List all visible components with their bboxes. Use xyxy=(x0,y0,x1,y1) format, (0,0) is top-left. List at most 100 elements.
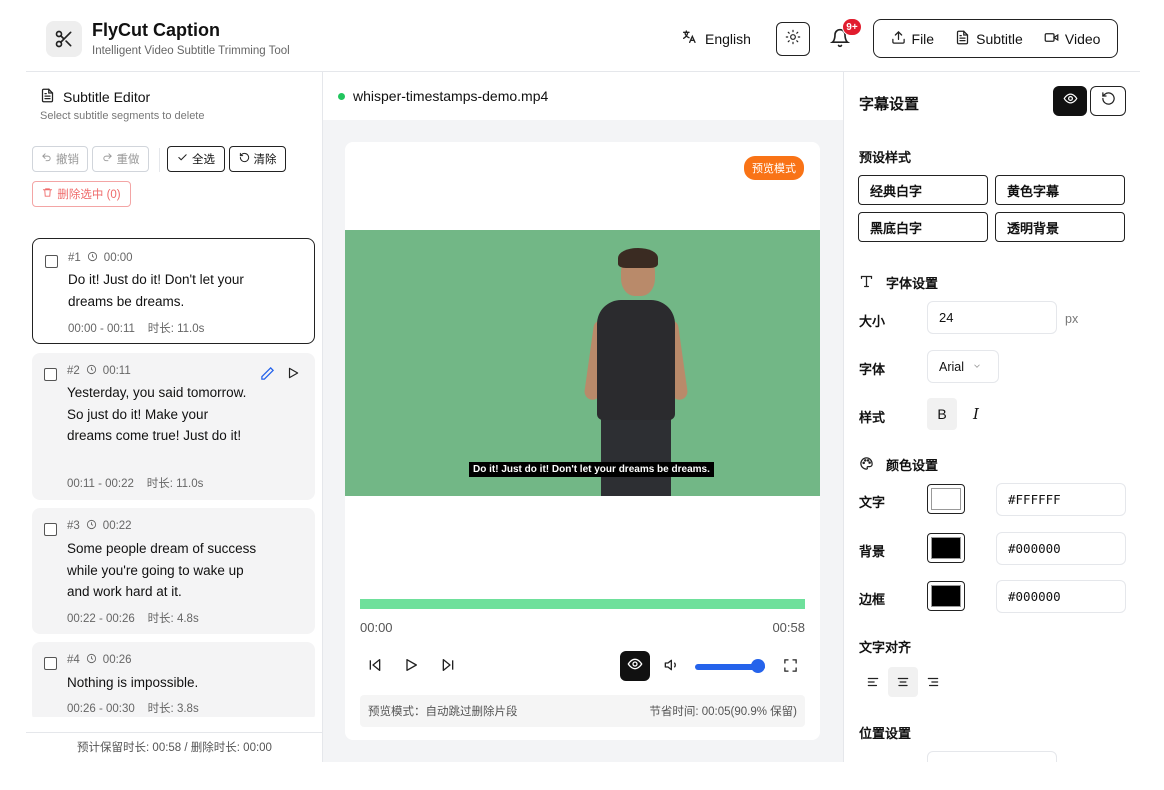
undo-icon xyxy=(41,152,52,166)
trash-icon xyxy=(42,187,53,201)
rotate-ccw-icon xyxy=(1101,91,1116,111)
bold-toggle[interactable]: B xyxy=(927,398,957,430)
play-icon[interactable] xyxy=(278,358,308,388)
segment-meta: #2 00:11 xyxy=(67,364,131,378)
nav-subtitle-button[interactable]: Subtitle xyxy=(955,30,1023,48)
segment-start: 00:00 xyxy=(103,252,133,264)
video-frame[interactable]: Do it! Just do it! Don't let your dreams… xyxy=(345,230,820,496)
segment-time-range: 00:11 - 00:22 xyxy=(67,478,134,490)
segment-duration: 时长: 11.0s xyxy=(147,323,205,335)
video-figure-legs xyxy=(601,418,671,496)
nav-file-label: File xyxy=(911,30,935,47)
subtitle-segment-list[interactable]: #1 00:00 Do it! Just do it! Don't let yo… xyxy=(32,237,316,717)
border-color-label: 边框 xyxy=(859,592,886,607)
subtitle-editor-heading: Subtitle Editor xyxy=(40,88,150,106)
segment-duration: 时长: 3.8s xyxy=(147,703,199,715)
clear-button[interactable]: 清除 xyxy=(229,146,286,172)
segment-checkbox[interactable] xyxy=(44,657,57,670)
segment-range: 00:00 - 00:11 时长: 11.0s xyxy=(68,320,204,336)
file-text-icon xyxy=(40,88,55,106)
nav-video-button[interactable]: Video xyxy=(1044,30,1101,48)
segment-id: #3 xyxy=(67,520,80,532)
video-figure-hair xyxy=(618,248,658,268)
segment-id: #1 xyxy=(68,252,81,264)
text-color-input[interactable]: #FFFFFF xyxy=(996,483,1126,516)
preset-transparent[interactable]: 透明背景 xyxy=(995,212,1125,242)
delete-selected-button[interactable]: 删除选中 (0) xyxy=(32,181,131,207)
fullscreen-icon[interactable] xyxy=(780,654,800,676)
volume-slider-handle[interactable] xyxy=(750,659,765,673)
segment-start: 00:11 xyxy=(102,365,131,377)
undo-button[interactable]: 撤销 xyxy=(32,146,88,172)
select-all-button[interactable]: 全选 xyxy=(167,146,225,172)
palette-icon xyxy=(859,456,874,474)
text-color-label: 文字 xyxy=(859,495,886,510)
file-text-icon xyxy=(955,30,970,48)
translate-icon xyxy=(681,29,697,48)
preset-yellow[interactable]: 黄色字幕 xyxy=(995,175,1125,205)
text-color-swatch[interactable] xyxy=(927,484,965,514)
sun-icon xyxy=(785,29,801,50)
segment-range: 00:11 - 00:22 时长: 11.0s xyxy=(67,475,203,491)
segment-id: #4 xyxy=(67,654,80,666)
segment-checkbox[interactable] xyxy=(45,255,58,268)
theme-toggle-button[interactable] xyxy=(776,22,810,56)
skip-forward-icon[interactable] xyxy=(438,654,458,676)
volume-icon[interactable] xyxy=(662,654,682,676)
subtitle-segment[interactable]: #4 00:26 Nothing is impossible. 00:26 - … xyxy=(32,642,315,717)
subtitle-segment[interactable]: #3 00:22 Some people dream of success wh… xyxy=(32,508,315,634)
nav-file-button[interactable]: File xyxy=(891,30,935,48)
nav-subtitle-label: Subtitle xyxy=(976,30,1023,47)
border-color-swatch[interactable] xyxy=(927,581,965,611)
redo-icon xyxy=(102,152,113,166)
subtitle-preview-toggle[interactable] xyxy=(620,651,650,681)
border-color-input[interactable]: #000000 xyxy=(996,580,1126,613)
font-family-label: 字体 xyxy=(859,362,886,377)
segment-duration: 时长: 4.8s xyxy=(147,613,199,625)
align-right-icon[interactable] xyxy=(918,667,948,697)
playback-progress-bar[interactable] xyxy=(360,599,805,609)
video-icon xyxy=(1044,30,1059,48)
subtitle-segment[interactable]: #1 00:00 Do it! Just do it! Don't let yo… xyxy=(32,238,315,344)
settings-preview-toggle[interactable] xyxy=(1053,86,1087,116)
nav-video-label: Video xyxy=(1064,30,1101,47)
segment-checkbox[interactable] xyxy=(44,523,57,536)
delete-selected-label: 删除选中 (0) xyxy=(57,189,121,201)
reset-settings-button[interactable] xyxy=(1090,86,1126,116)
skip-back-icon[interactable] xyxy=(365,654,385,676)
clock-icon xyxy=(86,364,97,378)
font-family-value: Arial xyxy=(939,359,965,374)
subtitle-segment[interactable]: #2 00:11 Yesterday, you said tomorrow. S… xyxy=(32,353,315,500)
segment-checkbox[interactable] xyxy=(44,368,57,381)
redo-button[interactable]: 重做 xyxy=(92,146,149,172)
font-size-input[interactable]: 24 xyxy=(927,301,1057,334)
settings-title: 字幕设置 xyxy=(859,96,920,113)
play-icon[interactable] xyxy=(401,654,421,676)
preset-black-bg[interactable]: 黑底白字 xyxy=(858,212,988,242)
app-subtitle: Intelligent Video Subtitle Trimming Tool xyxy=(92,45,290,57)
language-switcher[interactable]: English xyxy=(681,29,751,48)
position-input[interactable] xyxy=(927,751,1057,762)
toolbar-divider xyxy=(159,148,160,172)
segment-start: 00:22 xyxy=(102,520,132,532)
preview-mode-badge: 预览模式 xyxy=(744,156,804,180)
segment-start: 00:26 xyxy=(102,654,132,666)
align-left-icon[interactable] xyxy=(858,667,888,697)
text-align-label: 文字对齐 xyxy=(859,640,912,655)
status-dot xyxy=(338,92,345,100)
notification-badge: 9+ xyxy=(842,18,862,36)
video-caption-overlay: Do it! Just do it! Don't let your dreams… xyxy=(469,462,714,477)
italic-toggle[interactable]: I xyxy=(961,398,991,430)
type-icon xyxy=(859,274,874,292)
align-center-icon[interactable] xyxy=(888,667,918,697)
check-icon xyxy=(177,152,188,166)
segment-range: 00:22 - 00:26 时长: 4.8s xyxy=(67,610,199,626)
segment-id: #2 xyxy=(67,365,80,377)
font-size-label: 大小 xyxy=(859,314,886,329)
preset-classic-white[interactable]: 经典白字 xyxy=(858,175,988,205)
bg-color-input[interactable]: #000000 xyxy=(996,532,1126,565)
font-family-select[interactable]: Arial xyxy=(927,350,999,383)
bg-color-swatch[interactable] xyxy=(927,533,965,563)
clock-icon xyxy=(86,519,97,533)
font-section-title: 字体设置 xyxy=(886,276,939,291)
